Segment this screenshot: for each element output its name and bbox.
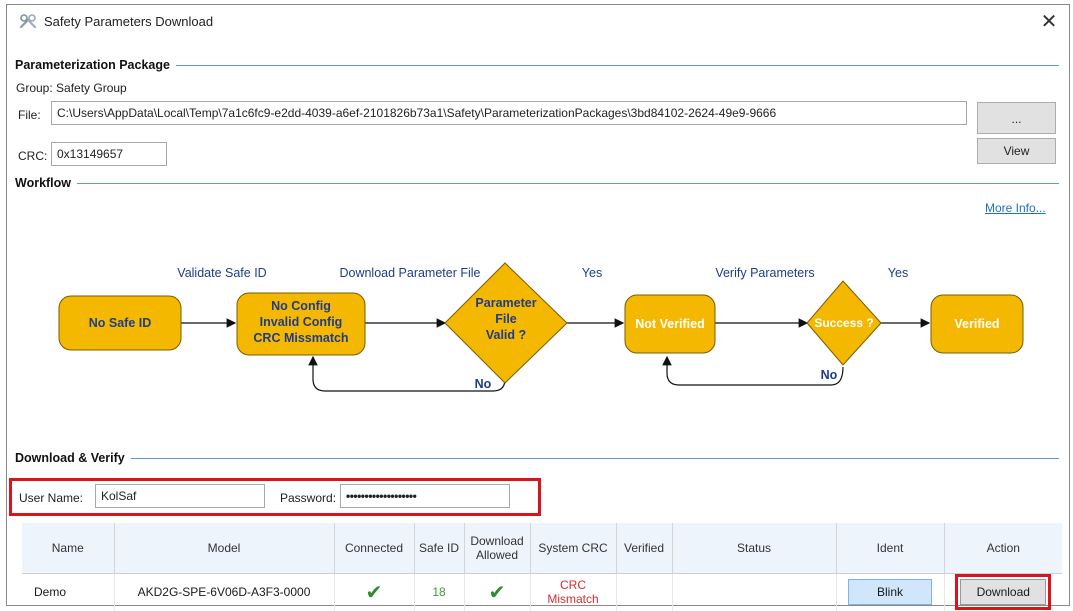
node-param-line1: Parameter <box>475 296 536 310</box>
node-success-label: Success ? <box>814 316 873 330</box>
cell-name: Demo <box>22 573 115 611</box>
header-connected[interactable]: Connected <box>334 523 415 574</box>
cell-model: AKD2G-SPE-6V06D-A3F3-0000 <box>114 573 335 611</box>
cell-connected: ✔ <box>334 573 415 611</box>
header-ident[interactable]: Ident <box>836 523 945 574</box>
cell-download-allowed: ✔ <box>464 573 531 611</box>
edge-label-verify: Verify Parameters <box>715 266 814 280</box>
device-table: Name Model Connected Safe ID Download Al… <box>22 523 1062 611</box>
node-param-line2: File <box>495 312 517 326</box>
checkmark-icon: ✔ <box>488 581 506 604</box>
blink-button[interactable]: Blink <box>848 579 932 606</box>
safety-parameters-download-dialog: Safety Parameters Download ✕ Parameteriz… <box>6 4 1070 611</box>
section-divider <box>130 457 1059 459</box>
edge-label-no1: No <box>475 377 492 391</box>
node-verified-label: Verified <box>954 317 999 331</box>
cell-status <box>672 573 837 611</box>
edge-success-fail-loop <box>662 355 844 386</box>
cell-system-crc: CRC Mismatch <box>530 573 617 611</box>
header-model[interactable]: Model <box>114 523 335 574</box>
download-highlight: Download <box>955 574 1052 611</box>
edge-label-yes2: Yes <box>888 266 908 280</box>
node-no-config-line2: Invalid Config <box>260 315 343 329</box>
header-system-crc[interactable]: System CRC <box>530 523 617 574</box>
cell-safe-id: 18 <box>414 573 465 611</box>
header-name[interactable]: Name <box>22 523 115 574</box>
edge-label-no2: No <box>821 368 838 382</box>
checkmark-icon: ✔ <box>365 581 383 604</box>
username-label: User Name: <box>19 491 84 505</box>
header-verified[interactable]: Verified <box>616 523 673 574</box>
cell-ident: Blink <box>836 573 945 611</box>
node-no-config-line1: No Config <box>271 299 331 313</box>
table-row[interactable]: Demo AKD2G-SPE-6V06D-A3F3-0000 ✔ 18 ✔ CR… <box>22 573 1062 611</box>
cell-verified <box>616 573 673 611</box>
header-status[interactable]: Status <box>672 523 837 574</box>
download-button[interactable]: Download <box>960 579 1047 606</box>
header-action[interactable]: Action <box>944 523 1062 574</box>
node-no-config-line3: CRC Missmatch <box>253 331 348 345</box>
cell-action: Download <box>944 573 1062 611</box>
header-safe-id[interactable]: Safe ID <box>414 523 465 574</box>
download-verify-header: Download & Verify <box>15 451 1059 465</box>
node-no-safe-id-label: No Safe ID <box>89 316 152 330</box>
section-title: Download & Verify <box>15 451 125 465</box>
node-not-verified-label: Not Verified <box>635 317 704 331</box>
edge-label-validate: Validate Safe ID <box>177 266 266 280</box>
workflow-diagram: No Safe ID No Config Invalid Config CRC … <box>58 262 1024 392</box>
table-header-row: Name Model Connected Safe ID Download Al… <box>22 523 1062 574</box>
password-label: Password: <box>280 491 337 505</box>
edge-label-yes1: Yes <box>582 266 602 280</box>
edge-label-download: Download Parameter File <box>339 266 480 280</box>
password-field[interactable]: ••••••••••••••••••• <box>340 484 510 508</box>
node-param-line3: Valid ? <box>486 328 526 342</box>
header-download-allowed[interactable]: Download Allowed <box>464 523 531 574</box>
username-field[interactable]: KolSaf <box>95 484 265 508</box>
